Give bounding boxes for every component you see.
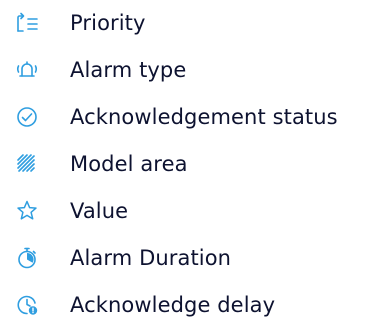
- menu-item-alarm-type[interactable]: Alarm type: [0, 47, 368, 93]
- menu-item-label: Alarm type: [70, 58, 187, 82]
- menu-item-label: Alarm Duration: [70, 246, 232, 270]
- menu-item-label: Acknowledge delay: [70, 293, 276, 317]
- hatched-area-icon: [14, 151, 40, 177]
- priority-sort-icon: [14, 10, 40, 36]
- menu-item-acknowledge-delay[interactable]: Acknowledge delay: [0, 282, 368, 328]
- menu-item-acknowledgement-status[interactable]: Acknowledgement status: [0, 94, 368, 140]
- menu-item-model-area[interactable]: Model area: [0, 141, 368, 187]
- delay-clock-icon: [14, 292, 40, 318]
- menu-item-label: Model area: [70, 152, 188, 176]
- star-icon: [14, 198, 40, 224]
- menu-item-label: Acknowledgement status: [70, 105, 338, 129]
- menu-item-label: Value: [70, 199, 129, 223]
- menu-item-value[interactable]: Value: [0, 188, 368, 234]
- menu-item-priority[interactable]: Priority: [0, 0, 368, 46]
- alarm-bell-icon: [14, 57, 40, 83]
- menu-item-alarm-duration[interactable]: Alarm Duration: [0, 235, 368, 281]
- menu-item-label: Priority: [70, 11, 146, 35]
- check-circle-icon: [14, 104, 40, 130]
- stopwatch-icon: [14, 245, 40, 271]
